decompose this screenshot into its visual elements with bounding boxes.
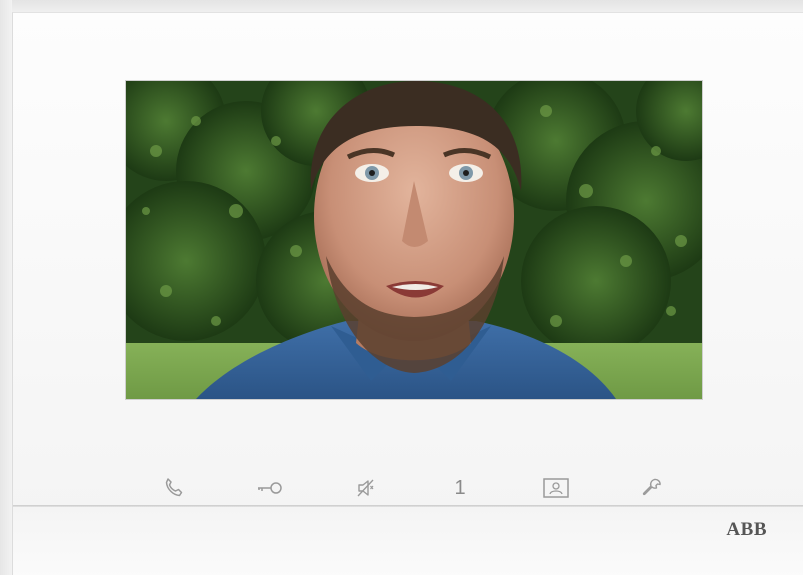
visitor-video-feed [126,81,702,399]
call-button[interactable] [154,468,194,508]
video-screen [126,81,702,399]
mute-button[interactable] [346,468,386,508]
speaker-mute-icon [357,479,374,497]
key-icon [258,482,282,494]
wrench-icon [642,478,661,496]
brand-logo: ABB [726,519,767,540]
camera-view-icon [543,478,569,498]
channel-button[interactable]: 1 [440,468,480,508]
phone-icon [165,478,183,497]
door-release-button[interactable] [250,468,290,508]
channel-number: 1 [454,476,466,499]
settings-button[interactable] [632,468,672,508]
device-top-edge [0,0,803,12]
bottom-panel [13,507,803,575]
intercom-panel: 1 [12,12,803,575]
device-left-edge [0,0,12,575]
control-bar: 1 [13,468,803,508]
surveillance-button[interactable] [536,468,576,508]
